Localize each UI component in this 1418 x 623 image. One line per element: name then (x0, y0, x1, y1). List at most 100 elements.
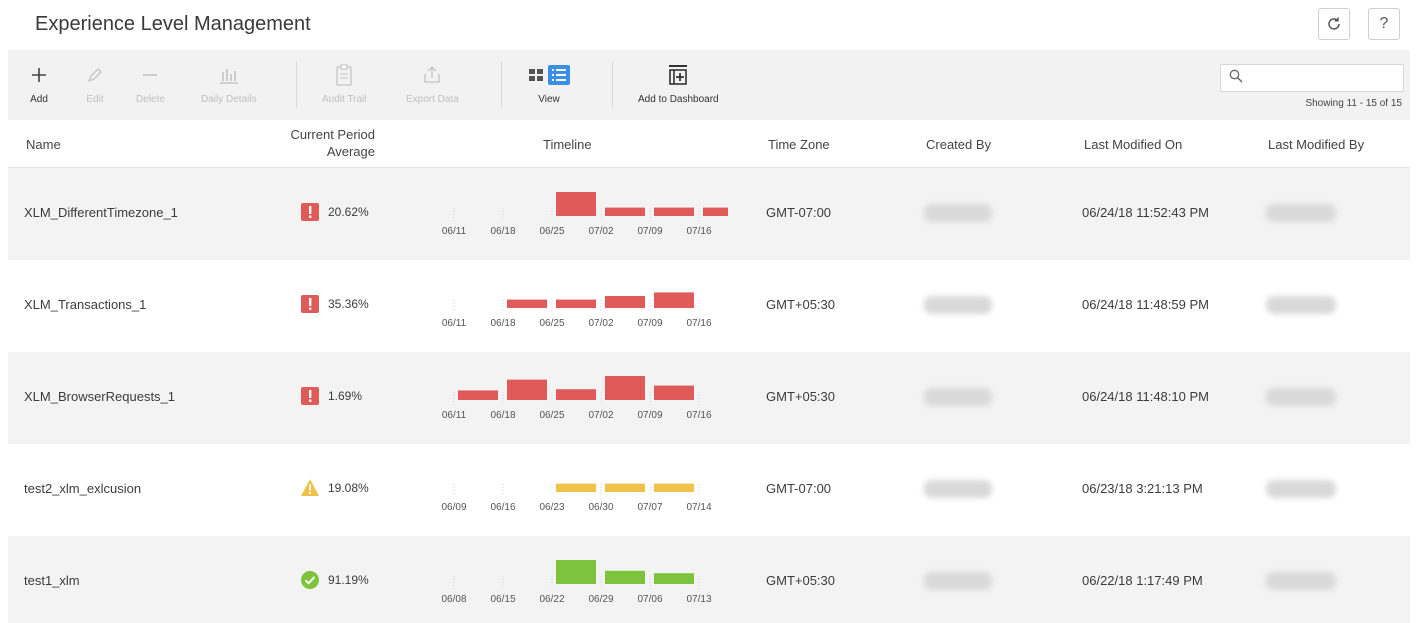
timeline-date-label: 07/09 (637, 318, 662, 329)
daily-details-label: Daily Details (201, 94, 257, 105)
row-average: 19.08% (328, 481, 369, 495)
daily-details-button[interactable]: Daily Details (201, 60, 257, 105)
timeline-bar[interactable] (556, 483, 596, 492)
timeline-date-label: 06/18 (490, 410, 515, 421)
edit-button[interactable]: Edit (86, 60, 104, 105)
last-modified-by-redacted (1266, 204, 1336, 222)
page-title: Experience Level Management (35, 13, 311, 35)
row-name[interactable]: XLM_Transactions_1 (24, 297, 146, 312)
timeline-date-label: 06/25 (539, 318, 564, 329)
timeline-bar[interactable] (605, 296, 645, 308)
timeline-date-label: 06/18 (490, 226, 515, 237)
search-icon (1229, 69, 1243, 86)
last-modified-by-redacted (1266, 296, 1336, 314)
timeline-bar[interactable] (556, 389, 596, 400)
clipboard-icon (335, 60, 353, 90)
search-box[interactable] (1220, 64, 1404, 92)
created-by-redacted (924, 204, 992, 222)
refresh-icon (1328, 17, 1340, 30)
timeline-chart: 06/09 06/16 06/23 06/30 07/07 07/14 (441, 483, 712, 513)
table-row[interactable]: XLM_DifferentTimezone_1 20.62% 06/11 06/18 0… (8, 168, 1410, 260)
timeline-bar[interactable] (605, 376, 645, 400)
row-timezone: GMT-07:00 (766, 481, 832, 496)
timeline-bar[interactable] (556, 192, 596, 216)
timeline-bar[interactable] (654, 207, 694, 216)
timeline-bar[interactable] (605, 483, 645, 492)
table-row[interactable]: XLM_BrowserRequests_1 1.69% 06/11 06/18 06/2… (8, 352, 1410, 444)
row-timezone: GMT-07:00 (766, 205, 832, 220)
toolbar: Add Edit Delete Daily Details Audit Trai… (8, 50, 1410, 120)
row-timezone: GMT+05:30 (766, 297, 836, 312)
toolbar-divider (501, 62, 502, 108)
row-name[interactable]: test2_xlm_exlcusion (24, 481, 141, 496)
delete-label: Delete (136, 94, 165, 105)
grid-view-icon[interactable] (528, 68, 544, 82)
timeline-bar[interactable] (654, 483, 694, 492)
timeline-bar[interactable] (654, 385, 694, 400)
timeline-bar[interactable] (654, 573, 694, 584)
view-toggle[interactable]: View (528, 60, 570, 105)
edit-label: Edit (86, 94, 104, 105)
timeline-date-label: 07/16 (686, 318, 711, 329)
warning-icon (301, 479, 319, 496)
timeline-date-label: 06/25 (539, 410, 564, 421)
column-header-name[interactable]: Name (26, 137, 61, 152)
audit-trail-button[interactable]: Audit Trail (322, 60, 366, 105)
timeline-bar[interactable] (605, 207, 645, 216)
column-header-timeline[interactable]: Timeline (543, 137, 592, 152)
timeline-bar[interactable] (605, 570, 645, 584)
toolbar-divider (296, 62, 297, 108)
help-button[interactable]: ? (1368, 8, 1400, 40)
row-name[interactable]: test1_xlm (24, 573, 80, 588)
timeline-date-label: 06/23 (539, 502, 564, 513)
timeline-date-label: 07/02 (588, 226, 613, 237)
column-header-last-modified-on[interactable]: Last Modified On (1084, 137, 1182, 152)
column-header-created-by[interactable]: Created By (926, 137, 991, 152)
critical-icon (301, 387, 319, 405)
timeline-bar[interactable] (654, 292, 694, 308)
timeline-date-label: 07/07 (637, 502, 662, 513)
timeline-bar[interactable] (507, 379, 547, 400)
last-modified-by-redacted (1266, 572, 1336, 590)
timeline-date-label: 06/11 (442, 410, 467, 421)
row-name[interactable]: XLM_BrowserRequests_1 (24, 389, 175, 404)
timeline-date-label: 07/02 (588, 318, 613, 329)
timeline-date-label: 07/14 (686, 502, 711, 513)
delete-button[interactable]: Delete (136, 60, 165, 105)
table-row[interactable]: XLM_Transactions_1 35.36% 06/11 06/18 06/25 0… (8, 260, 1410, 352)
list-view-icon[interactable] (548, 65, 570, 85)
timeline-date-label: 07/09 (637, 410, 662, 421)
timeline-bar[interactable] (556, 560, 596, 584)
last-modified-by-redacted (1266, 388, 1336, 406)
add-to-dashboard-button[interactable]: Add to Dashboard (638, 60, 719, 105)
timeline-date-label: 07/13 (686, 594, 711, 605)
search-input[interactable] (1249, 68, 1399, 88)
timeline-date-label: 06/11 (442, 226, 467, 237)
column-header-last-modified-by[interactable]: Last Modified By (1268, 137, 1364, 152)
add-button[interactable]: Add (30, 60, 48, 105)
timeline-bar[interactable] (507, 299, 547, 308)
refresh-button[interactable] (1318, 8, 1350, 40)
timeline-date-label: 07/06 (637, 594, 662, 605)
created-by-redacted (924, 480, 992, 498)
created-by-redacted (924, 388, 992, 406)
column-header-average[interactable]: Current Period Average (270, 126, 375, 160)
timeline-bar[interactable] (703, 207, 728, 216)
timeline-chart: 06/11 06/18 06/25 07/02 07/09 07/16 (442, 292, 712, 329)
timeline-date-label: 06/15 (490, 594, 515, 605)
export-data-button[interactable]: Export Data (406, 60, 459, 105)
timeline-date-label: 06/18 (490, 318, 515, 329)
timeline-bar[interactable] (556, 299, 596, 308)
column-header-average-line2: Average (326, 144, 375, 159)
timeline-chart: 06/11 06/18 06/25 07/02 07/09 07/16 (442, 192, 728, 237)
timeline-date-label: 06/22 (539, 594, 564, 605)
table-row[interactable]: test1_xlm 91.19% 06/08 06/15 06/22 06/29 07/06… (8, 536, 1410, 623)
check-circle-icon (301, 571, 319, 589)
timeline-bar[interactable] (458, 390, 498, 400)
table-row[interactable]: test2_xlm_exlcusion 19.08% 06/09 06/16 06/23… (8, 444, 1410, 536)
column-header-timezone[interactable]: Time Zone (768, 137, 830, 152)
row-average: 35.36% (328, 297, 369, 311)
row-name[interactable]: XLM_DifferentTimezone_1 (24, 205, 178, 220)
last-modified-by-redacted (1266, 480, 1336, 498)
timeline-date-label: 06/29 (588, 594, 613, 605)
